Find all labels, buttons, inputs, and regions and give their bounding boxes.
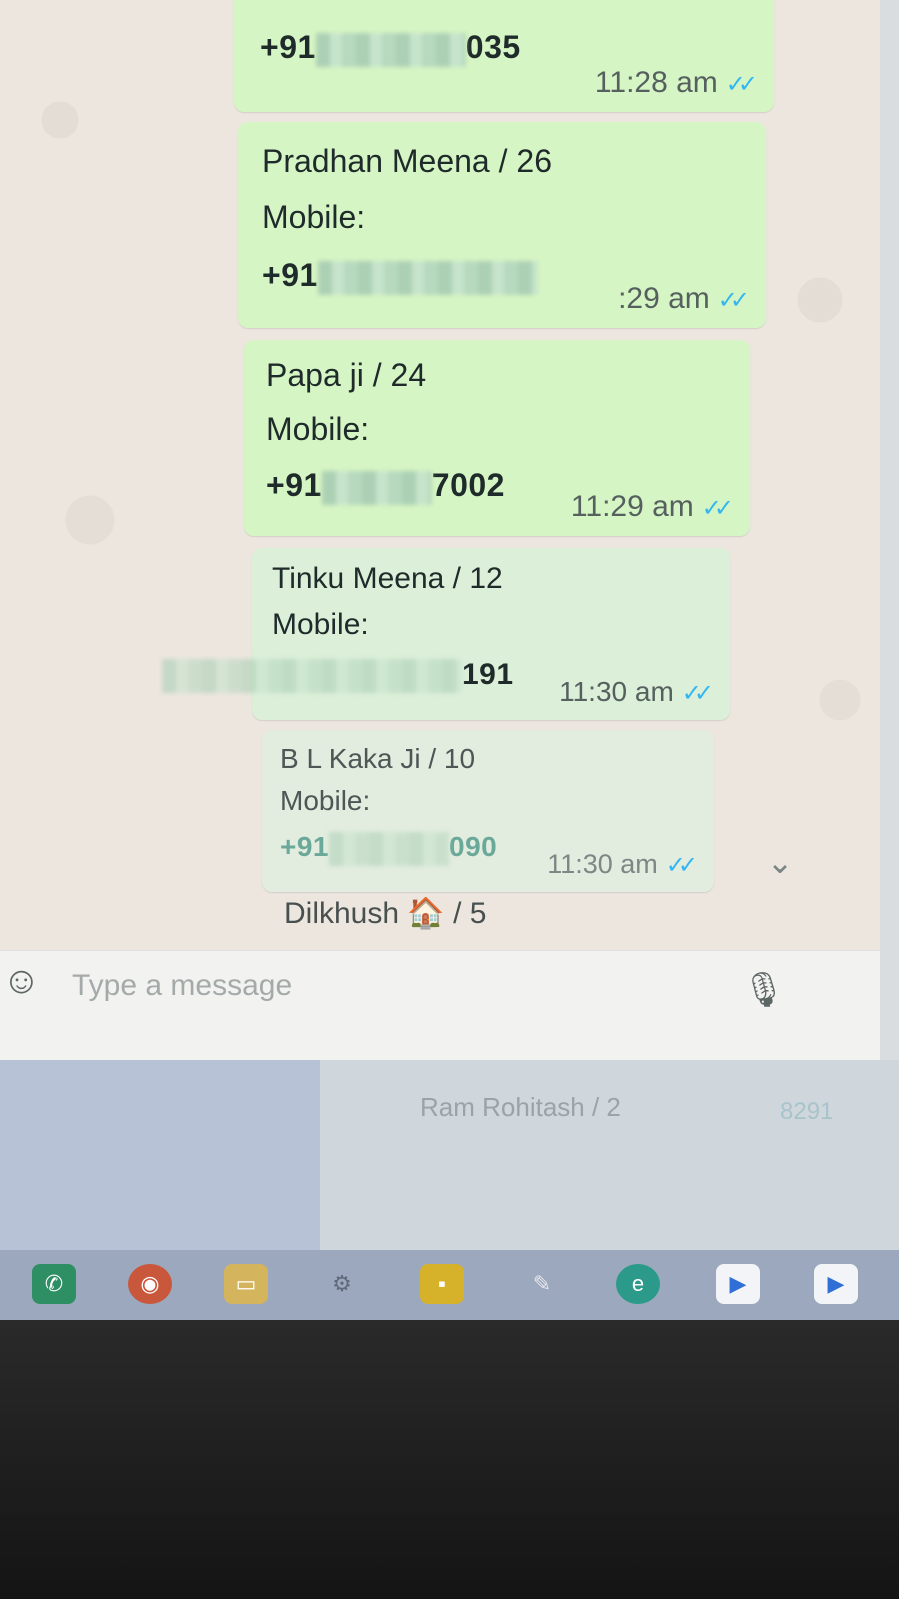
chrome-icon[interactable]: ◉ xyxy=(128,1264,172,1304)
mobile-label: Mobile: xyxy=(272,608,369,641)
message-bubble[interactable]: Pradhan Meena / 26 Mobile: +91 :29 am ✓✓ xyxy=(238,122,766,328)
message-time: 11:29 am xyxy=(570,490,694,523)
mobile-label: Mobile: xyxy=(280,785,371,816)
message-meta: :29 am ✓✓ xyxy=(618,282,750,316)
settings-icon[interactable]: ⚙ xyxy=(320,1264,364,1304)
mobile-label: Mobile: xyxy=(266,411,370,447)
app-icon[interactable]: ▶ xyxy=(814,1264,858,1304)
background-panel xyxy=(0,1060,320,1250)
edge-icon[interactable]: e xyxy=(616,1264,660,1304)
message-bubble[interactable]: B L Kaka Ji / 10 Mobile: +91 090 11:30 am… xyxy=(262,730,714,892)
double-check-icon: ✓✓ xyxy=(717,287,750,314)
screen: +91 035 11:28 am ✓✓ Pradhan Meena / 26 Mob… xyxy=(0,0,899,1330)
number-prefix: +91 xyxy=(280,831,329,862)
phone-number: +91 xyxy=(262,250,538,300)
message-preview: Dilkhush 🏠 / 5 xyxy=(284,897,487,930)
mic-icon[interactable]: 🎙 xyxy=(742,970,785,1010)
message-time: :29 am xyxy=(618,282,710,315)
message-bubble[interactable]: +91 035 11:28 am ✓✓ xyxy=(234,0,774,112)
whatsapp-icon[interactable]: ✆ xyxy=(32,1264,76,1304)
number-suffix: 090 xyxy=(449,831,498,862)
phone-number: +91 090 xyxy=(280,822,497,872)
message-meta: 11:28 am ✓✓ xyxy=(594,66,758,100)
number-suffix: 035 xyxy=(465,29,521,65)
background-contact-name: Ram Rohitash / 2 xyxy=(420,1092,621,1122)
chat-pane: +91 035 11:28 am ✓✓ Pradhan Meena / 26 Mob… xyxy=(0,0,880,950)
chevron-down-icon[interactable]: ⌄ xyxy=(760,842,800,882)
background-window: Ram Rohitash / 2 8291 xyxy=(0,1060,899,1260)
message-input[interactable] xyxy=(70,962,714,1010)
app-icon[interactable]: ▶ xyxy=(716,1264,760,1304)
message-meta: 11:30 am ✓✓ xyxy=(559,676,714,708)
laptop-bezel xyxy=(0,1320,899,1599)
background-contact-number: 8291 xyxy=(780,1098,834,1125)
message-bubble[interactable]: Papa ji / 24 Mobile: +91 7002 11:29 am ✓✓ xyxy=(244,340,750,536)
redacted-digits xyxy=(317,260,538,295)
feather-icon[interactable]: ✎ xyxy=(520,1264,564,1304)
file-explorer-icon[interactable]: ▭ xyxy=(224,1264,268,1304)
message-meta: 11:30 am ✓✓ xyxy=(547,849,698,880)
contact-name: Tinku Meena / 12 xyxy=(272,562,503,595)
redacted-digits xyxy=(321,470,432,505)
double-check-icon: ✓✓ xyxy=(681,680,714,707)
phone-number: 191 xyxy=(162,650,514,700)
number-suffix: 191 xyxy=(462,658,514,691)
phone-number: +91 7002 xyxy=(266,460,505,510)
message-time: 11:30 am xyxy=(559,676,674,707)
message-bubble[interactable]: Tinku Meena / 12 Mobile: 191 11:30 am ✓✓ xyxy=(162,548,730,720)
number-prefix: +91 xyxy=(266,467,322,503)
redacted-digits xyxy=(315,32,466,67)
phone-number: +91 035 xyxy=(260,22,521,72)
double-check-icon: ✓✓ xyxy=(701,495,734,522)
message-time: 11:28 am xyxy=(594,66,718,99)
number-prefix: +91 xyxy=(260,29,316,65)
number-suffix: 7002 xyxy=(431,467,505,503)
double-check-icon: ✓✓ xyxy=(725,71,758,98)
double-check-icon: ✓✓ xyxy=(665,852,698,879)
mobile-label: Mobile: xyxy=(262,199,366,235)
taskbar: ✆ ◉ ▭ ⚙ ▪ ✎ e ▶ ▶ xyxy=(0,1250,899,1320)
redacted-digits xyxy=(329,831,449,866)
sticky-notes-icon[interactable]: ▪ xyxy=(420,1264,464,1304)
message-meta: 11:29 am ✓✓ xyxy=(570,490,734,524)
message-time: 11:30 am xyxy=(547,849,658,879)
number-prefix: +91 xyxy=(262,257,318,293)
redacted-digits xyxy=(162,659,462,694)
contact-name: Pradhan Meena / 26 xyxy=(262,143,552,179)
emoji-icon[interactable]: ☺ xyxy=(2,960,41,1003)
contact-name: Papa ji / 24 xyxy=(266,357,427,393)
